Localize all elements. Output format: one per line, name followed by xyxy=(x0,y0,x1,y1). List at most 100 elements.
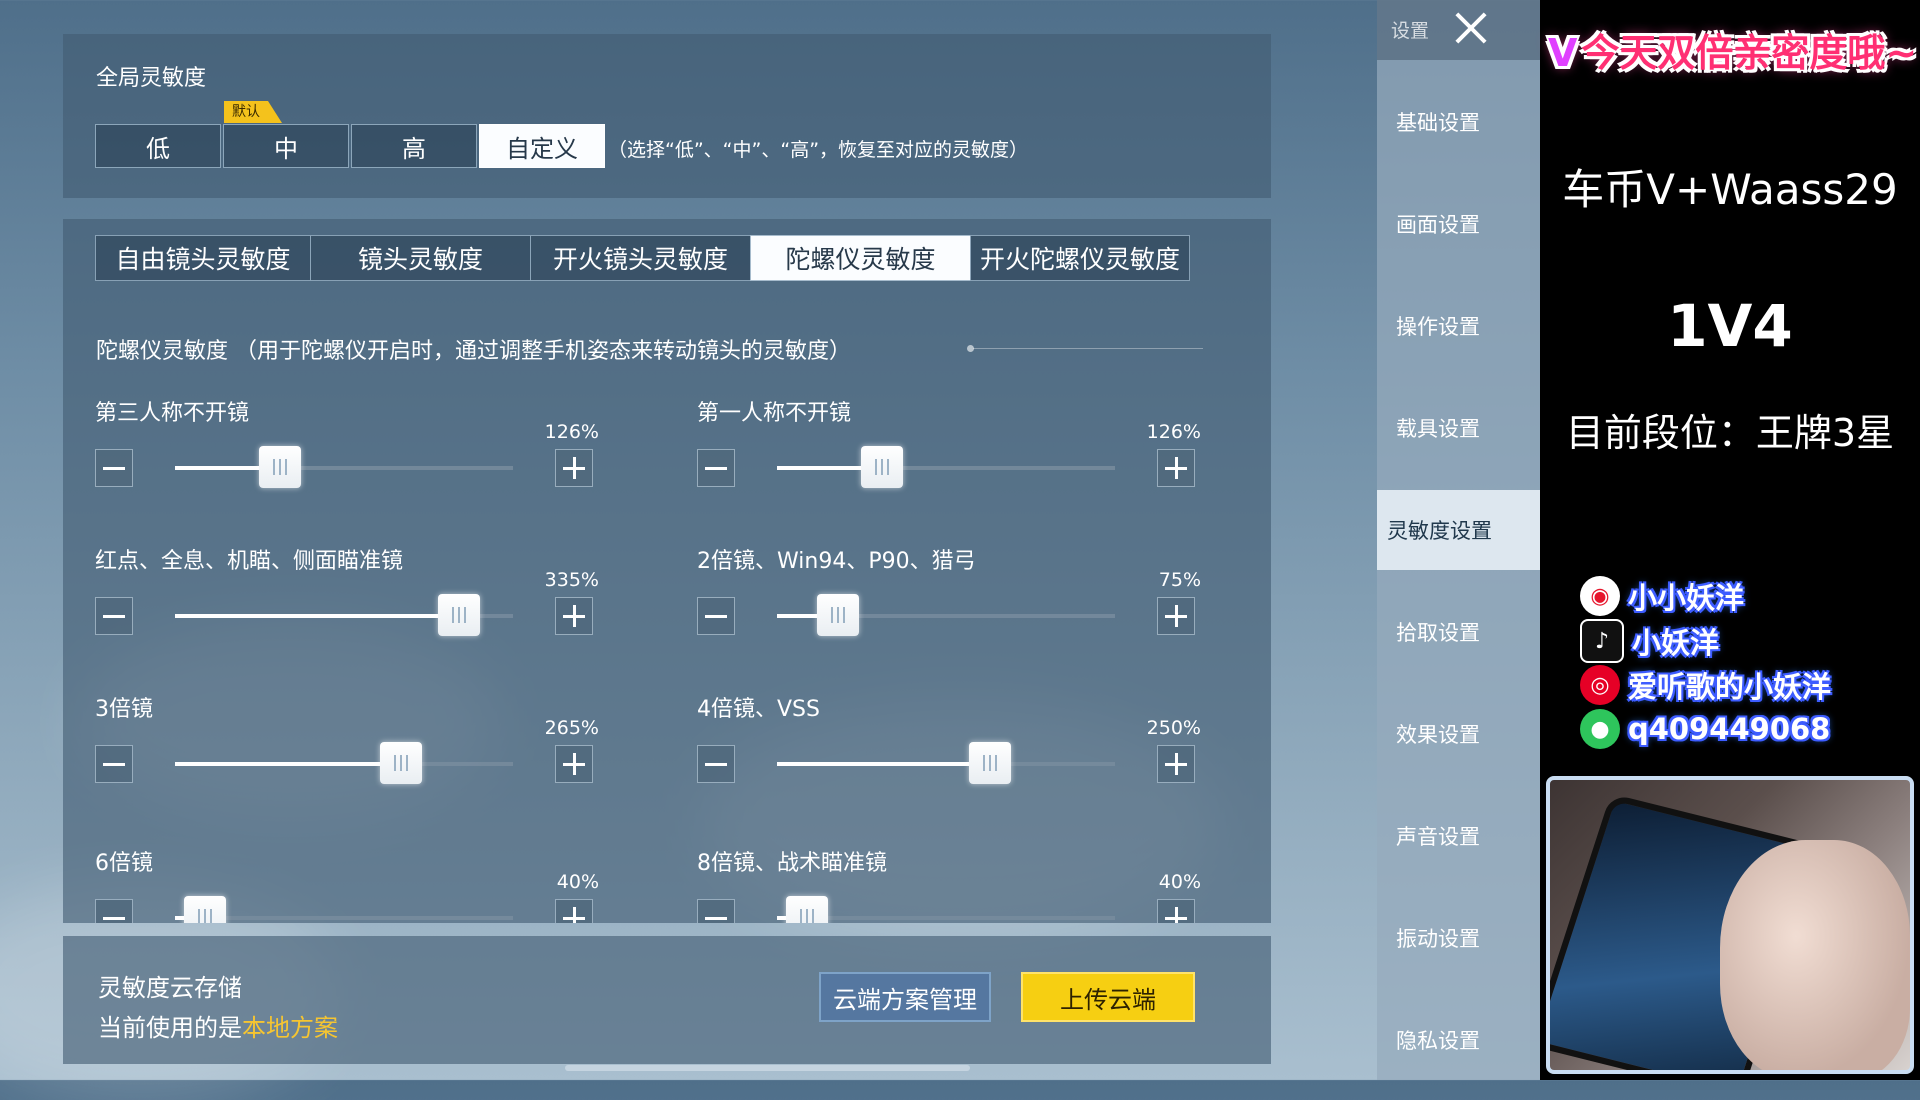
increase-button[interactable] xyxy=(1157,899,1195,923)
sensitivity-slider-row: 第三人称不开镜 126% xyxy=(95,395,635,535)
slider-handle[interactable] xyxy=(380,742,423,784)
netease-music-icon: ◎ xyxy=(1580,665,1620,705)
banner-text: 今天双倍亲密度哦~ xyxy=(1581,31,1918,75)
global-sensitivity-title: 全局灵敏度 xyxy=(96,66,207,91)
slider-fill xyxy=(175,762,402,766)
slider-label: 3倍镜 xyxy=(95,697,153,722)
sensitivity-slider-row: 4倍镜、VSS 250% xyxy=(697,691,1237,831)
plus-icon-stroke xyxy=(1174,907,1178,923)
slider-label: 4倍镜、VSS xyxy=(697,697,820,722)
sidebar-item-6[interactable]: 拾取设置 xyxy=(1377,592,1540,672)
social-netease: ◎ 爱听歌的小妖洋 xyxy=(1580,664,1831,706)
minus-icon xyxy=(103,916,125,920)
increase-button[interactable] xyxy=(555,745,593,783)
slider-handle[interactable] xyxy=(184,896,227,923)
slider-handle[interactable] xyxy=(968,742,1011,784)
increase-button[interactable] xyxy=(555,899,593,923)
tab-free-camera[interactable]: 自由镜头灵敏度 xyxy=(95,235,311,281)
sidebar-item-9[interactable]: 振动设置 xyxy=(1377,898,1540,978)
divider-line xyxy=(973,348,1203,349)
decrease-button[interactable] xyxy=(697,597,735,635)
slider-fill xyxy=(175,614,459,618)
global-sensitivity-panel: 全局灵敏度 低 默认 中 高 自定义 （选择“低”、“中”、“高”，恢复至对应的… xyxy=(63,34,1271,198)
current-rank: 目前段位：王牌3星 xyxy=(1565,411,1895,455)
social-weibo: ◉ 小小妖洋 xyxy=(1580,575,1744,617)
cloud-status-prefix: 当前使用的是 xyxy=(98,1014,242,1042)
decrease-button[interactable] xyxy=(95,745,133,783)
sidebar-item-8[interactable]: 声音设置 xyxy=(1377,796,1540,876)
preset-medium-button[interactable]: 默认 中 xyxy=(223,124,349,168)
horizontal-scrollbar[interactable] xyxy=(565,1065,970,1071)
sensitivity-slider-row: 8倍镜、战术瞄准镜 40% xyxy=(697,845,1237,923)
default-badge: 默认 xyxy=(224,101,282,123)
slider-track[interactable] xyxy=(777,446,1115,488)
increase-button[interactable] xyxy=(1157,449,1195,487)
preset-low-button[interactable]: 低 xyxy=(95,124,221,168)
slider-value: 40% xyxy=(1158,871,1201,893)
minus-icon xyxy=(705,916,727,920)
slider-track[interactable] xyxy=(777,896,1115,923)
tab-camera[interactable]: 镜头灵敏度 xyxy=(310,235,531,281)
decrease-button[interactable] xyxy=(697,899,735,923)
slider-handle[interactable] xyxy=(258,446,301,488)
tab-fire-camera[interactable]: 开火镜头灵敏度 xyxy=(530,235,751,281)
decrease-button[interactable] xyxy=(95,899,133,923)
cloud-storage-title: 灵敏度云存储 xyxy=(98,974,242,1002)
decrease-button[interactable] xyxy=(95,449,133,487)
slider-handle[interactable] xyxy=(860,446,903,488)
game-settings-screen: 全局灵敏度 低 默认 中 高 自定义 （选择“低”、“中”、“高”，恢复至对应的… xyxy=(0,0,1540,1100)
minus-icon xyxy=(103,466,125,470)
tab-fire-gyroscope[interactable]: 开火陀螺仪灵敏度 xyxy=(970,235,1190,281)
plus-icon-stroke xyxy=(1174,605,1178,627)
increase-button[interactable] xyxy=(555,597,593,635)
preset-custom-button[interactable]: 自定义 xyxy=(479,124,605,168)
minus-icon xyxy=(103,762,125,766)
upload-cloud-button[interactable]: 上传云端 xyxy=(1021,972,1195,1022)
sidebar-item-7[interactable]: 效果设置 xyxy=(1377,694,1540,774)
slider-value: 265% xyxy=(544,717,599,739)
slider-track[interactable] xyxy=(777,594,1115,636)
slider-value: 126% xyxy=(544,421,599,443)
sidebar-item-4[interactable]: 载具设置 xyxy=(1377,388,1540,468)
wechat-icon: ● xyxy=(1580,709,1620,749)
sensitivity-detail-panel: 自由镜头灵敏度 镜头灵敏度 开火镜头灵敏度 陀螺仪灵敏度 开火陀螺仪灵敏度 陀螺… xyxy=(63,219,1271,923)
decrease-button[interactable] xyxy=(697,745,735,783)
slider-track[interactable] xyxy=(175,446,513,488)
slider-track[interactable] xyxy=(175,742,513,784)
sensitivity-tabs: 自由镜头灵敏度 镜头灵敏度 开火镜头灵敏度 陀螺仪灵敏度 开火陀螺仪灵敏度 xyxy=(95,235,1190,281)
sidebar-item-1[interactable]: 基础设置 xyxy=(1377,82,1540,162)
tab-gyroscope[interactable]: 陀螺仪灵敏度 xyxy=(750,235,971,281)
preset-hint: （选择“低”、“中”、“高”，恢复至对应的灵敏度） xyxy=(608,139,1029,161)
cloud-plan-manage-button[interactable]: 云端方案管理 xyxy=(819,972,991,1022)
increase-button[interactable] xyxy=(1157,745,1195,783)
preset-high-button[interactable]: 高 xyxy=(351,124,477,168)
cloud-storage-panel: 灵敏度云存储 当前使用的是本地方案 云端方案管理 上传云端 xyxy=(63,936,1271,1064)
sidebar-item-3[interactable]: 操作设置 xyxy=(1377,286,1540,366)
sidebar-item-2[interactable]: 画面设置 xyxy=(1377,184,1540,264)
slider-track[interactable] xyxy=(175,594,513,636)
webcam-feed xyxy=(1546,776,1914,1074)
slider-label: 8倍镜、战术瞄准镜 xyxy=(697,851,887,876)
plus-icon-stroke xyxy=(1174,753,1178,775)
slider-handle[interactable] xyxy=(437,594,480,636)
decrease-button[interactable] xyxy=(95,597,133,635)
slider-value: 335% xyxy=(544,569,599,591)
close-icon[interactable] xyxy=(1449,6,1493,50)
slider-handle[interactable] xyxy=(786,896,829,923)
slider-value: 75% xyxy=(1158,569,1201,591)
slider-track[interactable] xyxy=(175,896,513,923)
social-douyin-text: 小妖洋 xyxy=(1632,626,1720,660)
weibo-icon: ◉ xyxy=(1580,576,1620,616)
increase-button[interactable] xyxy=(555,449,593,487)
sidebar-item-5[interactable]: 灵敏度设置 xyxy=(1377,490,1540,570)
decrease-button[interactable] xyxy=(697,449,735,487)
douyin-icon: ♪ xyxy=(1580,619,1624,663)
slider-handle[interactable] xyxy=(816,594,859,636)
promo-banner: V 今天双倍亲密度哦~ xyxy=(1548,22,1918,102)
sidebar-item-10[interactable]: 隐私设置 xyxy=(1377,1000,1540,1080)
preset-selector: 低 默认 中 高 自定义 xyxy=(95,124,607,168)
plus-icon-stroke xyxy=(1174,457,1178,479)
slider-label: 红点、全息、机瞄、侧面瞄准镜 xyxy=(95,549,404,574)
slider-track[interactable] xyxy=(777,742,1115,784)
increase-button[interactable] xyxy=(1157,597,1195,635)
